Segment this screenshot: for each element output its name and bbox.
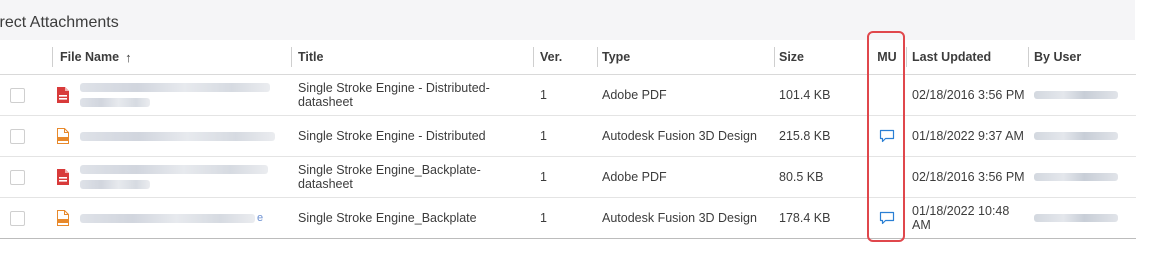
redacted-user-name <box>1034 214 1118 222</box>
column-header-type[interactable]: Type <box>597 40 772 74</box>
redacted-file-name <box>80 131 277 141</box>
redacted-file-name <box>80 165 270 189</box>
row-markup-cell <box>868 116 906 156</box>
section-header: irect Attachments <box>0 0 1135 40</box>
pdf-file-icon <box>56 75 74 115</box>
column-header-file-name[interactable]: File Name ↑ <box>52 40 288 74</box>
row-title: Single Stroke Engine - Distributed <box>298 129 486 143</box>
column-header-file-name-label: File Name <box>60 50 120 64</box>
row-checkbox[interactable] <box>10 87 25 103</box>
section-title: irect Attachments <box>0 14 119 31</box>
column-header-size[interactable]: Size <box>774 40 866 74</box>
row-size: 215.8 KB <box>779 129 831 143</box>
column-header-ver[interactable]: Ver. <box>533 40 595 74</box>
file-name-visible-suffix: e <box>257 212 264 224</box>
row-checkbox-cell <box>10 75 26 115</box>
table-body: Single Stroke Engine - Distributed-datas… <box>0 75 1136 239</box>
row-title: Single Stroke Engine_Backplate <box>298 211 477 225</box>
redacted-file-name: e <box>80 212 263 224</box>
row-by-user <box>1028 198 1136 238</box>
comment-icon[interactable] <box>879 129 895 143</box>
row-by-user <box>1028 75 1136 115</box>
row-size: 178.4 KB <box>779 211 831 225</box>
table-row[interactable]: Single Stroke Engine_Backplate-datasheet… <box>0 157 1136 198</box>
row-title: Single Stroke Engine - Distributed-datas… <box>298 81 490 109</box>
row-type: Adobe PDF <box>602 170 667 184</box>
row-version: 1 <box>540 88 547 102</box>
row-markup-cell <box>868 75 906 115</box>
comment-icon[interactable] <box>879 211 895 225</box>
redacted-user-name <box>1034 132 1118 140</box>
file-name-link[interactable] <box>80 157 280 197</box>
row-title: Single Stroke Engine_Backplate-datasheet <box>298 163 481 191</box>
row-markup-cell <box>868 157 906 197</box>
pdf-file-icon <box>56 157 74 197</box>
row-type: Adobe PDF <box>602 88 667 102</box>
row-type: Autodesk Fusion 3D Design <box>602 129 757 143</box>
column-header-title[interactable]: Title <box>291 40 531 74</box>
row-checkbox[interactable] <box>10 128 25 144</box>
row-checkbox-cell <box>10 116 26 156</box>
attachments-table: File Name ↑ Title Ver. Type Size MU Last… <box>0 40 1136 239</box>
row-type: Autodesk Fusion 3D Design <box>602 211 757 225</box>
table-row[interactable]: Single Stroke Engine - Distributed-datas… <box>0 75 1136 116</box>
row-size: 101.4 KB <box>779 88 831 102</box>
row-checkbox-cell <box>10 157 26 197</box>
row-last-updated: 02/18/2016 3:56 PM <box>912 88 1025 102</box>
row-version: 1 <box>540 170 547 184</box>
attachments-page: irect Attachments File Name ↑ Title Ver.… <box>0 0 1158 254</box>
sort-ascending-icon[interactable]: ↑ <box>125 50 132 65</box>
f3d-file-icon <box>56 198 74 238</box>
redacted-user-name <box>1034 91 1118 99</box>
file-name-link[interactable]: e <box>80 198 280 238</box>
row-size: 80.5 KB <box>779 170 824 184</box>
row-version: 1 <box>540 211 547 225</box>
column-header-by-user[interactable]: By User <box>1028 40 1136 74</box>
redacted-user-name <box>1034 173 1118 181</box>
row-last-updated: 01/18/2022 10:48 AM <box>912 204 1010 232</box>
row-markup-cell <box>868 198 906 238</box>
table-row[interactable]: e Single Stroke Engine_Backplate 1 Autod… <box>0 198 1136 239</box>
table-row[interactable]: Single Stroke Engine - Distributed 1 Aut… <box>0 116 1136 157</box>
column-header-mu[interactable]: MU <box>868 40 906 74</box>
row-checkbox[interactable] <box>10 169 25 185</box>
row-checkbox-cell <box>10 198 26 238</box>
column-header-last-updated[interactable]: Last Updated <box>906 40 1027 74</box>
table-header-row: File Name ↑ Title Ver. Type Size MU Last… <box>0 40 1136 75</box>
file-name-link[interactable] <box>80 116 280 156</box>
f3d-file-icon <box>56 116 74 156</box>
row-version: 1 <box>540 129 547 143</box>
row-by-user <box>1028 157 1136 197</box>
row-last-updated: 01/18/2022 9:37 AM <box>912 129 1024 143</box>
row-by-user <box>1028 116 1136 156</box>
redacted-file-name <box>80 83 272 107</box>
file-name-link[interactable] <box>80 75 280 115</box>
row-checkbox[interactable] <box>10 210 25 226</box>
row-last-updated: 02/18/2016 3:56 PM <box>912 170 1025 184</box>
